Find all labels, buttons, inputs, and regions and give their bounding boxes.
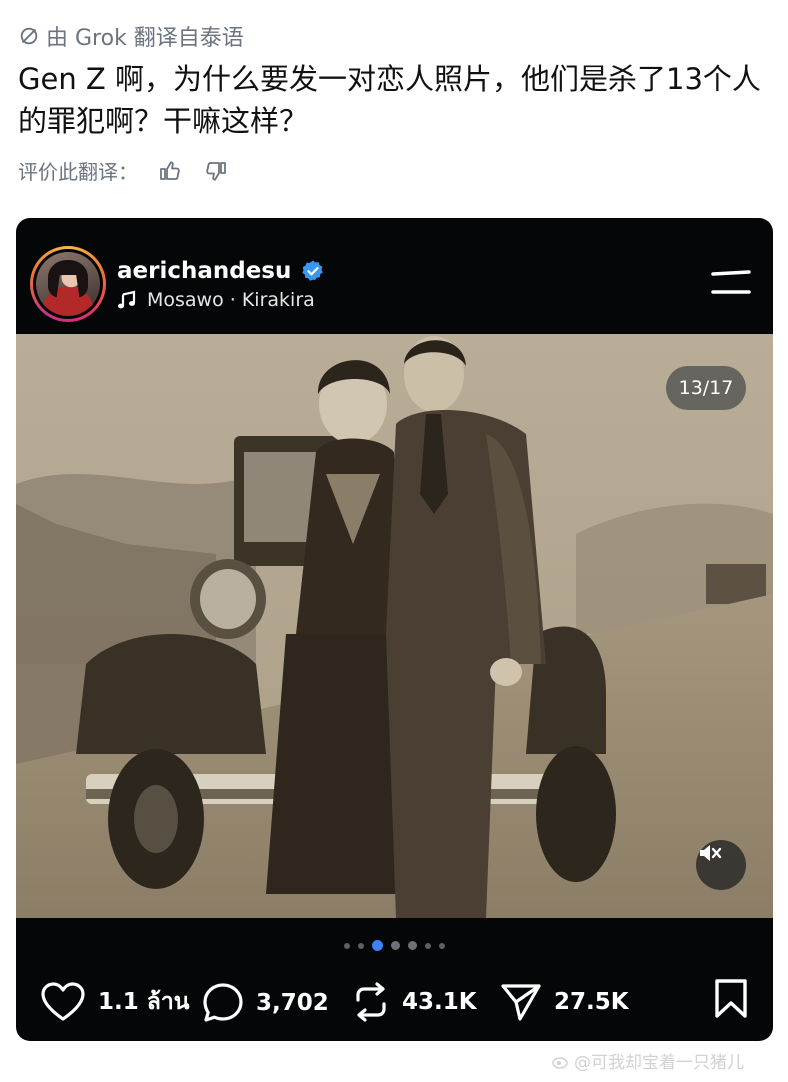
translate-icon <box>20 27 38 45</box>
menu-icon[interactable] <box>711 270 751 296</box>
username-text: aerichandesu <box>117 258 292 284</box>
carousel-dot <box>391 941 400 950</box>
embed-header: aerichandesu Mosawo · Kirakira <box>16 218 773 334</box>
comment-count: 3,702 <box>256 990 329 1016</box>
carousel-dot-active <box>372 940 383 951</box>
carousel-dot <box>358 942 364 949</box>
repost-button[interactable]: 43.1K <box>352 982 477 1022</box>
thumbs-up-icon[interactable] <box>156 157 184 185</box>
thumbs-down-icon[interactable] <box>202 157 230 185</box>
repost-count: 43.1K <box>402 989 477 1015</box>
share-button[interactable]: 27.5K <box>500 982 629 1022</box>
music-info[interactable]: Mosawo · Kirakira <box>117 289 315 311</box>
comment-button[interactable]: 3,702 <box>202 982 329 1024</box>
share-count: 27.5K <box>554 989 629 1015</box>
repost-icon <box>356 982 386 1022</box>
like-button[interactable]: 1.1 ล้าน <box>40 982 189 1022</box>
speaker-muted-icon <box>700 845 722 861</box>
watermark: @可我却宝着一只猪儿 <box>552 1048 744 1073</box>
avatar-image <box>36 252 100 316</box>
save-button[interactable] <box>713 978 749 1024</box>
heart-icon <box>41 982 85 1021</box>
rate-translation-row: 评价此翻译： <box>18 156 230 185</box>
music-note-icon <box>118 290 136 309</box>
vintage-couple-photo <box>16 334 773 918</box>
username[interactable]: aerichandesu <box>117 258 325 284</box>
carousel-dot <box>425 942 431 949</box>
translation-source-label: 由 Grok 翻译自泰语 <box>46 26 244 51</box>
carousel-dots <box>16 940 773 951</box>
music-label: Mosawo · Kirakira <box>147 289 315 311</box>
translation-header: 由 Grok 翻译自泰语 <box>18 20 244 52</box>
page-indicator: 13/17 <box>666 366 746 410</box>
post-text: Gen Z 啊，为什么要发一对恋人照片，他们是杀了13个人的罪犯啊？干嘛这样？ <box>18 62 761 138</box>
mute-button[interactable] <box>696 840 746 890</box>
verified-badge-icon <box>302 260 324 281</box>
comment-icon <box>203 983 243 1022</box>
send-icon <box>501 984 541 1021</box>
avatar[interactable] <box>30 246 106 322</box>
carousel-dot <box>439 942 445 949</box>
weibo-logo-icon <box>552 1056 568 1069</box>
carousel-dot <box>344 942 350 949</box>
bookmark-icon <box>715 979 747 1018</box>
action-bar: 1.1 ล้าน 3,702 43.1K 27.5K <box>16 974 773 1026</box>
rate-translation-label: 评价此翻译： <box>18 160 138 184</box>
post-photo[interactable]: 13/17 <box>16 334 773 918</box>
watermark-text: @可我却宝着一只猪儿 <box>574 1053 744 1073</box>
embedded-instagram-post[interactable]: aerichandesu Mosawo · Kirakira 13/17 1.1… <box>16 218 773 1041</box>
like-count: 1.1 ล้าน <box>98 989 190 1015</box>
carousel-dot <box>408 941 417 950</box>
